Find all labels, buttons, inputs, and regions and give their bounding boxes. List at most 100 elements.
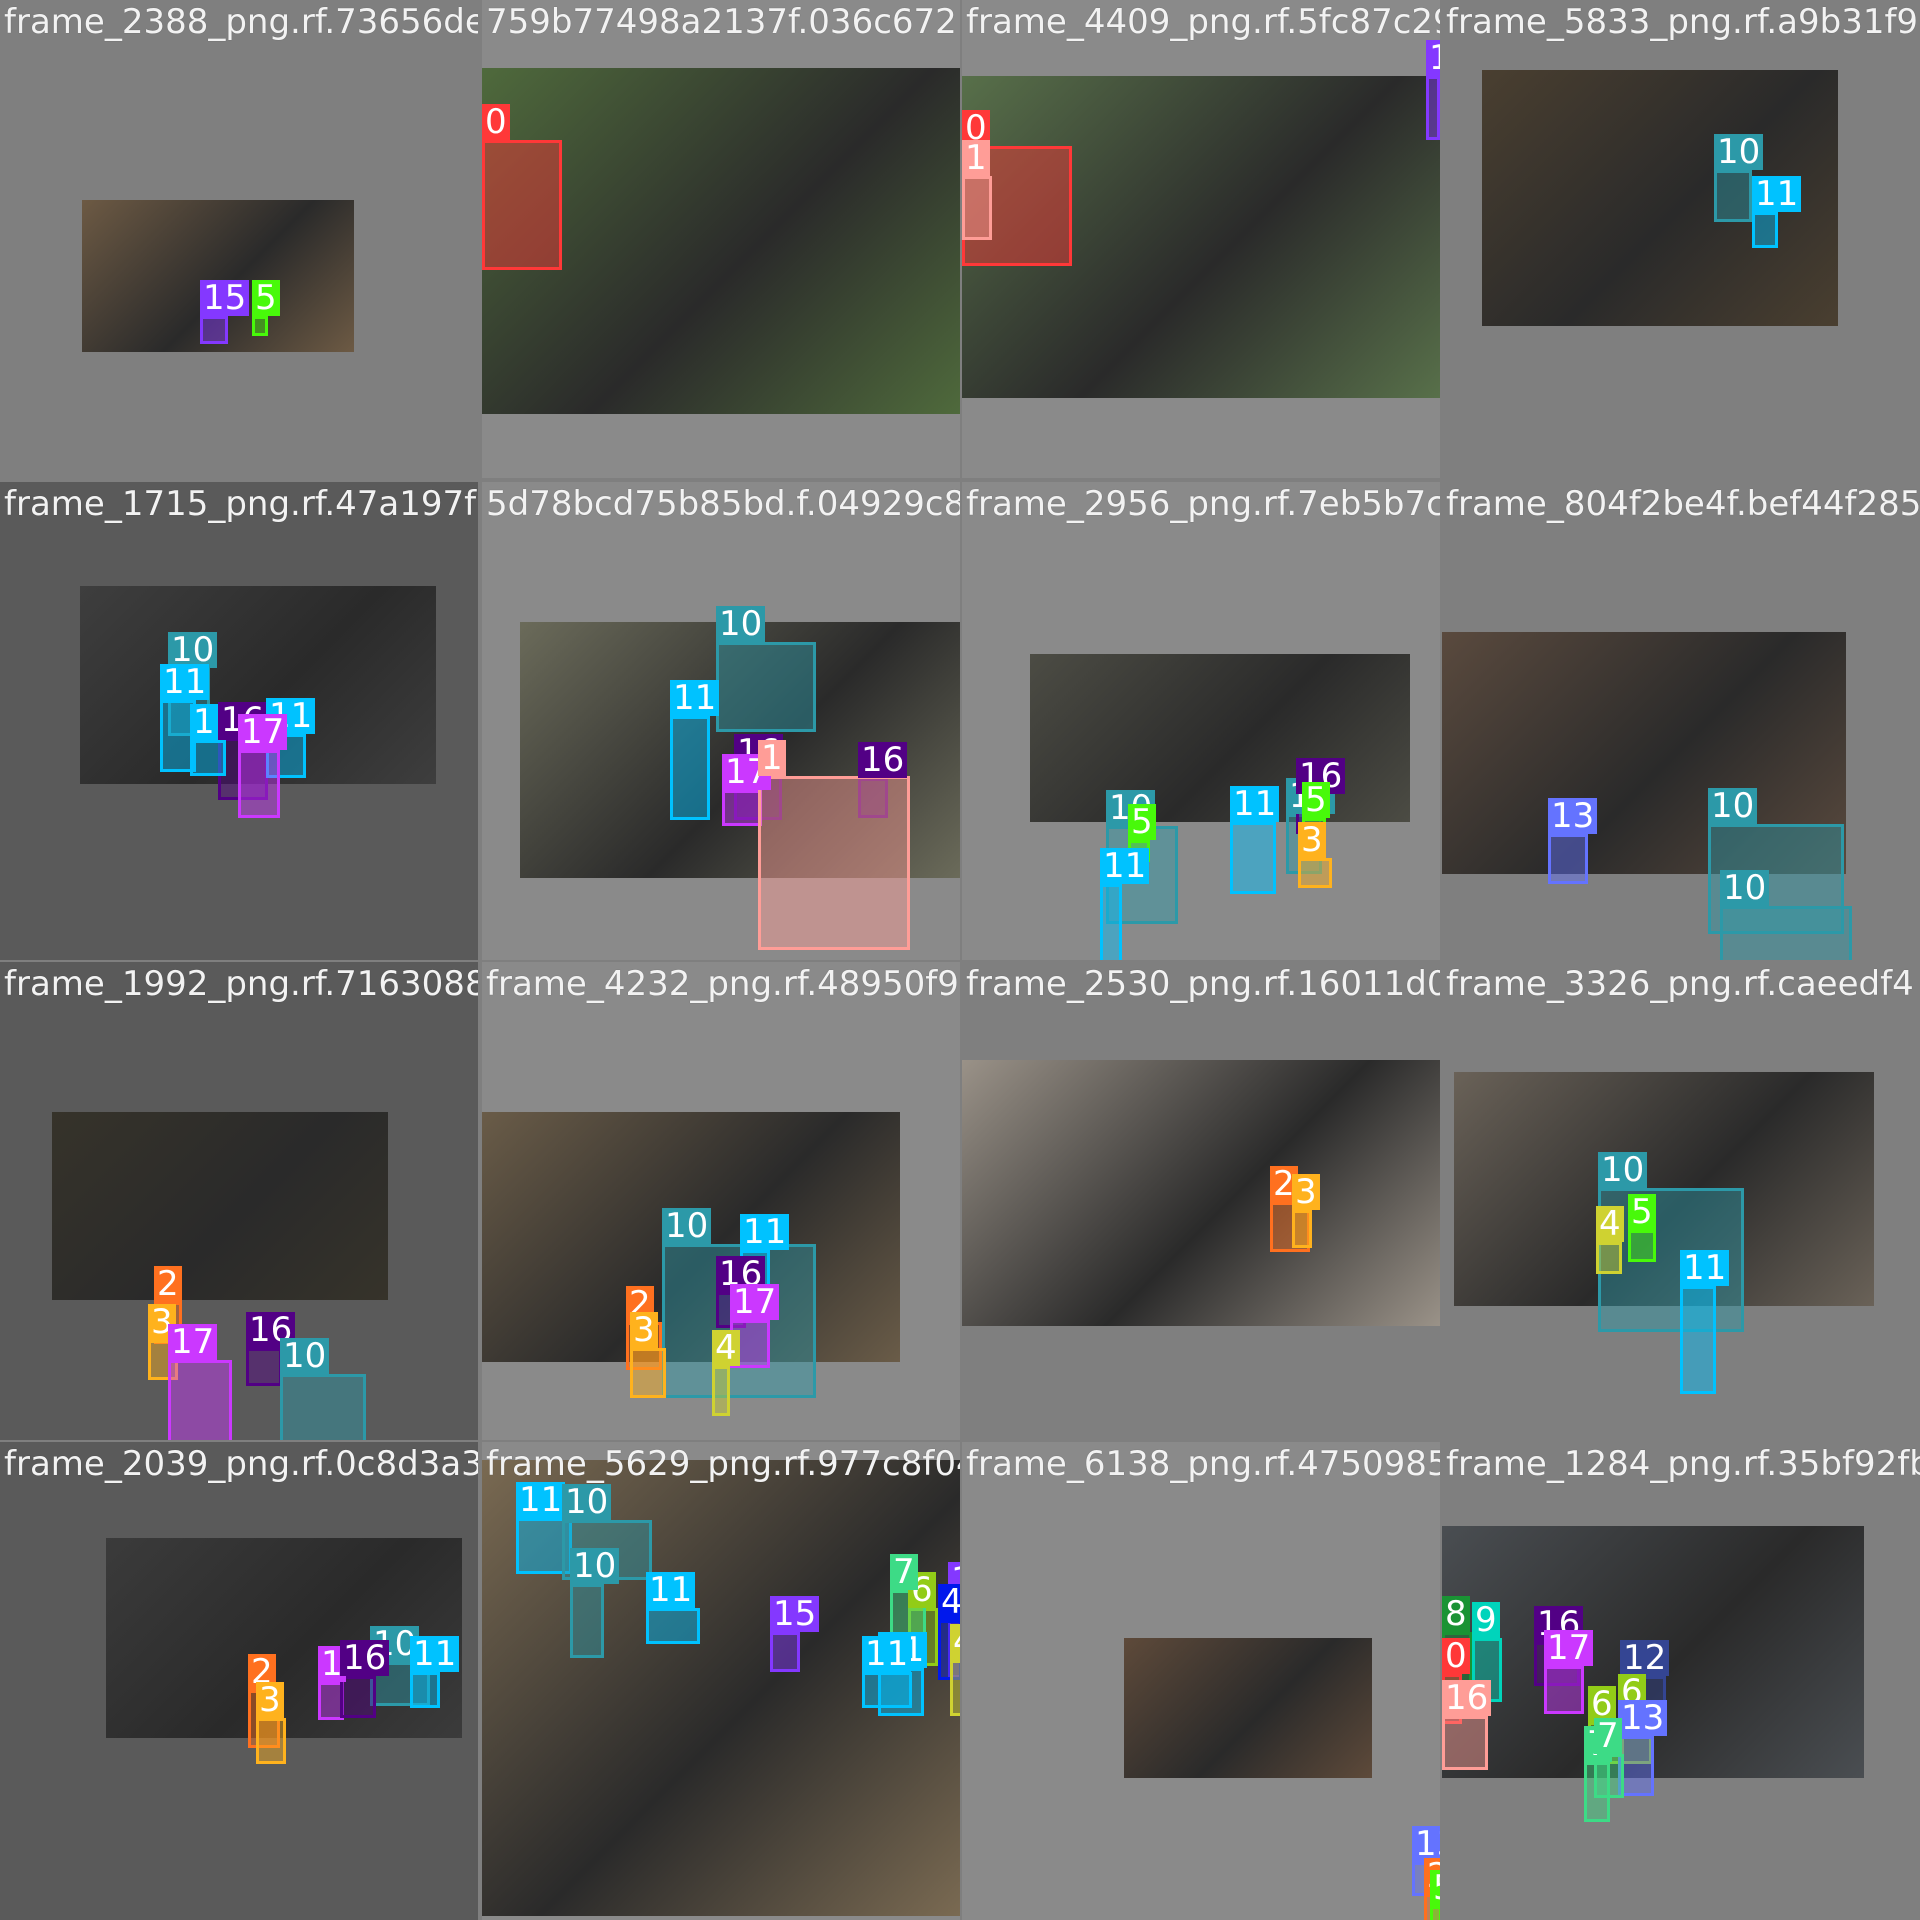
frame-filename: frame_804f2be4f.bef44f285	[1446, 484, 1920, 524]
class-label: 11	[646, 1572, 696, 1608]
detection-box	[410, 1672, 440, 1708]
class-label: 3	[630, 1312, 658, 1348]
detection-box	[722, 790, 762, 826]
detection-box	[1298, 858, 1332, 888]
class-label: 7	[890, 1554, 918, 1590]
mosaic-tile: 10 11 16 17 2 3 4 frame_4232_png.rf.48950f9	[482, 962, 960, 1440]
class-label: 0	[1442, 1638, 1470, 1674]
class-label: 10	[280, 1338, 330, 1374]
detection-box	[962, 176, 992, 240]
frame-filename: frame_1715_png.rf.47a197f	[4, 484, 477, 524]
mosaic-tile: 0 759b77498a2137f.036c672	[482, 0, 960, 478]
class-label: 11	[1230, 786, 1280, 822]
frame-filename: frame_2956_png.rf.7eb5b7c	[966, 484, 1440, 524]
frame-photo	[52, 1112, 388, 1300]
class-label: 4	[712, 1330, 740, 1366]
mosaic-tile: 2 3 17 16 10 frame_1992_png.rf.71630880	[0, 962, 478, 1440]
frame-filename: frame_2530_png.rf.16011d0	[966, 964, 1440, 1004]
detection-box	[770, 1632, 800, 1672]
class-label: 3	[256, 1682, 284, 1718]
mosaic-tile: 101116171615d78bcd75b85bd.f.04929c8	[482, 482, 960, 960]
mosaic-grid: 15 5 frame_2388_png.rf.73656de 0 759b77498a2…	[0, 0, 1920, 1920]
class-label: 11	[1100, 848, 1150, 884]
mosaic-tile: 15 5 frame_2388_png.rf.73656de	[0, 0, 478, 478]
detection-box	[1292, 1210, 1312, 1248]
frame-filename: frame_5629_png.rf.977c8f04	[486, 1444, 960, 1484]
class-label: 9	[1472, 1602, 1500, 1638]
frame-filename: frame_2388_png.rf.73656de	[4, 2, 478, 42]
detection-box	[200, 316, 228, 344]
frame-filename: frame_1284_png.rf.35bf92fb6	[1446, 1444, 1920, 1484]
class-label: 10	[1708, 788, 1758, 824]
class-label: 5	[1302, 782, 1330, 818]
class-label: 5	[1628, 1194, 1656, 1230]
detection-box	[1752, 212, 1778, 248]
detection-box	[168, 1360, 232, 1440]
class-label: 10	[716, 606, 766, 642]
frame-filename: 5d78bcd75b85bd.f.04929c8	[486, 484, 960, 524]
detection-box	[1596, 1242, 1622, 1274]
class-label: 1	[758, 740, 786, 776]
frame-filename: frame_4409_png.rf.5fc87c29	[966, 2, 1440, 42]
class-label: 13	[1618, 1700, 1668, 1736]
class-label: 10	[662, 1208, 712, 1244]
class-label: 16	[858, 742, 908, 778]
class-label: 16	[340, 1640, 390, 1676]
class-label: 11	[862, 1636, 912, 1672]
detection-box	[1628, 1230, 1656, 1262]
class-label: 11	[1680, 1250, 1730, 1286]
mosaic-tile: 10 11 frame_5833_png.rf.a9b31f9	[1442, 0, 1920, 478]
detection-box	[1548, 834, 1588, 884]
detection-box	[670, 716, 710, 820]
detection-box	[340, 1676, 376, 1718]
class-label: 17	[238, 714, 288, 750]
mosaic-tile: 11101011151167154114frame_5629_png.rf.97…	[482, 1442, 960, 1920]
class-label: 11	[740, 1214, 790, 1250]
class-label: 16	[1442, 1680, 1492, 1716]
detection-box	[246, 1348, 282, 1386]
class-label: 5	[252, 280, 280, 316]
mosaic-tile: 0115frame_4409_png.rf.5fc87c29	[962, 0, 1440, 478]
mosaic-tile: 1051110165113frame_2956_png.rf.7eb5b7c	[962, 482, 1440, 960]
frame-filename: frame_5833_png.rf.a9b31f9	[1446, 2, 1919, 42]
detection-box	[712, 1366, 730, 1416]
class-label: 10	[1720, 870, 1770, 906]
detection-box	[570, 1584, 604, 1658]
detection-box	[862, 1672, 912, 1708]
class-label: 3	[1292, 1174, 1320, 1210]
mosaic-tile: 89161701266713716frame_1284_png.rf.35bf9…	[1442, 1442, 1920, 1920]
detection-box	[1544, 1666, 1584, 1714]
class-label: 11	[516, 1482, 566, 1518]
mosaic-tile: 10 4 5 11 frame_3326_png.rf.caeedf4	[1442, 962, 1920, 1440]
class-label: 4	[950, 1624, 960, 1660]
detection-box	[190, 740, 226, 776]
detection-box	[1430, 1906, 1440, 1920]
class-label: 5	[1128, 804, 1156, 840]
class-label: 17	[168, 1324, 218, 1360]
frame-filename: frame_4232_png.rf.48950f9	[486, 964, 959, 1004]
class-label: 5	[1430, 1870, 1440, 1906]
class-label: 15	[1426, 40, 1440, 76]
detection-box	[1230, 822, 1276, 894]
class-label: 1	[962, 140, 990, 176]
detection-box	[280, 1374, 366, 1440]
class-label: 17	[730, 1284, 780, 1320]
class-label: 10	[1714, 134, 1764, 170]
class-label: 12	[1620, 1640, 1670, 1676]
detection-box	[1720, 906, 1852, 960]
mosaic-tile: 1325frame_6138_png.rf.4750985	[962, 1442, 1440, 1920]
detection-box	[252, 316, 268, 336]
class-label: 4	[938, 1584, 960, 1620]
detection-box	[630, 1348, 666, 1398]
mosaic-tile: 10111611171frame_1715_png.rf.47a197f	[0, 482, 478, 960]
detection-box	[1100, 884, 1122, 960]
class-label: 10	[1598, 1152, 1648, 1188]
detection-box	[1714, 170, 1752, 222]
frame-photo	[1030, 654, 1410, 822]
class-label: 15	[200, 280, 250, 316]
detection-box	[1442, 1716, 1488, 1770]
frame-filename: frame_3326_png.rf.caeedf4	[1446, 964, 1914, 1004]
detection-box	[646, 1608, 700, 1644]
class-label: 7	[1594, 1718, 1622, 1754]
detection-box	[256, 1718, 286, 1764]
